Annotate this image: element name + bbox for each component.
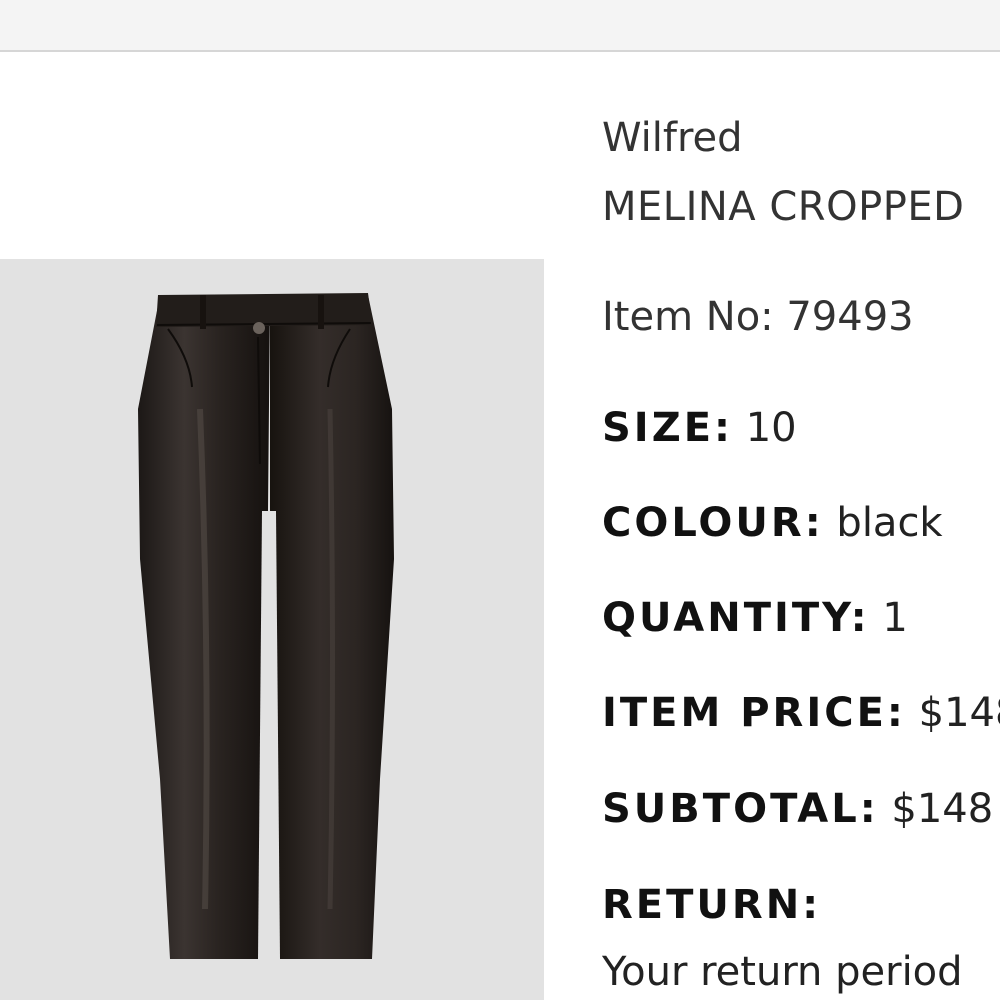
- return-label: RETURN:: [602, 882, 822, 928]
- subtotal-value: $148: [891, 786, 994, 832]
- size-value: 10: [745, 405, 797, 451]
- leather-pants-image: [138, 293, 394, 959]
- return-field: RETURN:: [602, 885, 821, 925]
- size-label: SIZE:: [602, 405, 734, 451]
- colour-label: COLOUR:: [602, 500, 824, 546]
- product-image[interactable]: [0, 259, 544, 1000]
- quantity-field: QUANTITY: 1: [602, 598, 908, 638]
- brand-name[interactable]: Wilfred: [602, 118, 743, 158]
- item-number-label: Item No:: [602, 294, 774, 340]
- quantity-label: QUANTITY:: [602, 595, 870, 641]
- return-period-text: Your return period: [602, 949, 963, 995]
- product-name[interactable]: MELINA CROPPED: [602, 187, 964, 227]
- subtotal-field: SUBTOTAL: $148: [602, 789, 993, 829]
- item-price-value: $148: [918, 690, 1000, 736]
- item-price-label: ITEM PRICE:: [602, 690, 906, 736]
- quantity-value: 1: [882, 595, 908, 641]
- colour-field: COLOUR: black: [602, 503, 943, 543]
- item-number-value: 79493: [786, 294, 914, 340]
- subtotal-label: SUBTOTAL:: [602, 786, 879, 832]
- item-number: Item No: 79493: [602, 297, 914, 337]
- product-details: Wilfred MELINA CROPPED Item No: 79493 SI…: [602, 0, 1000, 1000]
- colour-value: black: [836, 500, 943, 546]
- size-field: SIZE: 10: [602, 408, 797, 448]
- item-price-field: ITEM PRICE: $148: [602, 693, 1000, 733]
